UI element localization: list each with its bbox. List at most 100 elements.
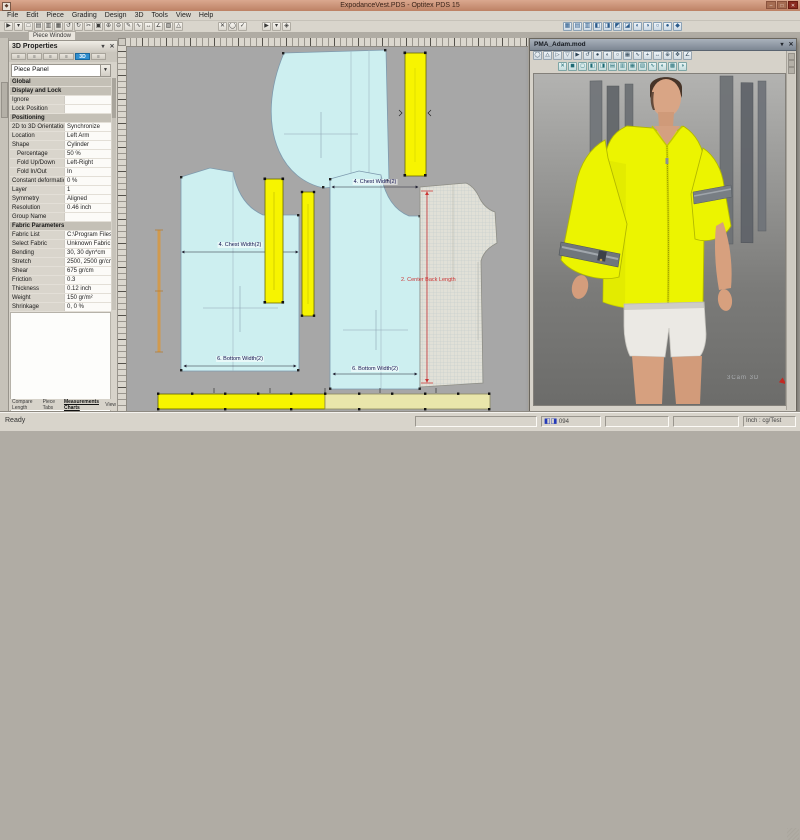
measure-3d-icon[interactable]: ↔ [653, 51, 662, 60]
yellow-strip-3[interactable] [301, 191, 315, 317]
pen-icon[interactable]: ✎ [124, 22, 133, 31]
piece-window-tab[interactable]: Piece Window [28, 31, 76, 40]
reset-icon[interactable]: ↺ [583, 51, 592, 60]
menu-tools[interactable]: Tools [148, 11, 172, 21]
property-value[interactable]: 2500, 2500 gr/cm [64, 258, 111, 266]
side-view-icon[interactable]: ▥ [618, 62, 627, 71]
property-value[interactable]: Cylinder [64, 141, 111, 149]
link-icon[interactable]: ◧ [544, 417, 551, 426]
property-value[interactable]: 0.3 [64, 276, 111, 284]
panel-tab-1[interactable]: ≡ [11, 53, 26, 60]
simulate-icon[interactable]: ▶ [573, 51, 582, 60]
close-button[interactable]: ✕ [788, 1, 798, 9]
property-value[interactable] [64, 96, 111, 104]
property-value[interactable]: Synchronize [64, 123, 111, 131]
grading-window-icon[interactable]: ▥ [583, 22, 592, 31]
menu-piece[interactable]: Piece [42, 11, 68, 21]
delete-icon[interactable]: ✕ [218, 22, 227, 31]
property-value[interactable]: 30, 30 dyn*cm [64, 249, 111, 257]
panel-tab-3d[interactable]: 3D [75, 53, 90, 60]
grade-icon[interactable]: ▧ [164, 22, 173, 31]
property-value[interactable]: 675 gr/cm [64, 267, 111, 275]
texture-icon[interactable]: ▦ [623, 51, 632, 60]
stitch-view-icon[interactable]: ∿ [648, 62, 657, 71]
ruler-strip-piece[interactable] [155, 230, 163, 352]
record-icon[interactable]: ● [593, 51, 602, 60]
undo-icon[interactable]: ↺ [64, 22, 73, 31]
piece-selector[interactable]: Piece Panel ▼ [11, 64, 111, 77]
3d-window-icon[interactable]: ◪ [623, 22, 632, 31]
collapsed-panel-tab[interactable] [1, 82, 8, 118]
zoom-3d-icon[interactable]: ⊕ [663, 51, 672, 60]
pan-3d-icon[interactable]: ✥ [673, 51, 682, 60]
snap-icon[interactable]: ◈ [282, 22, 291, 31]
snapshot-icon[interactable]: ◐ [603, 51, 612, 60]
panel-scrollbar[interactable] [112, 78, 116, 310]
property-value[interactable]: 1 [64, 186, 111, 194]
pose-icon[interactable]: △ [543, 51, 552, 60]
back-piece[interactable] [420, 183, 497, 387]
menu-3d[interactable]: 3D [131, 11, 148, 21]
pieces-window-icon[interactable]: ▤ [573, 22, 582, 31]
maximize-button[interactable]: □ [777, 1, 787, 9]
select-tool-icon[interactable]: ▶ [4, 22, 13, 31]
cloth-icon[interactable]: ▽ [563, 51, 572, 60]
cut-icon[interactable]: ✂ [84, 22, 93, 31]
property-value[interactable]: 50 % [64, 150, 111, 158]
xray-icon[interactable]: ◨ [598, 62, 607, 71]
pin-icon[interactable]: + [643, 51, 652, 60]
solid-view-icon[interactable]: ◼ [568, 62, 577, 71]
property-value[interactable]: In [64, 168, 111, 176]
zoom-out-icon[interactable]: ⊖ [114, 22, 123, 31]
waistband-bar[interactable] [157, 388, 490, 410]
curve-icon[interactable]: ∿ [134, 22, 143, 31]
light-icon[interactable]: ○ [653, 22, 662, 31]
print-icon[interactable]: ▦ [54, 22, 63, 31]
viewer-side-strip[interactable] [786, 51, 795, 410]
layers-icon[interactable]: ◧ [593, 22, 602, 31]
settings-icon[interactable]: ◆ [673, 22, 682, 31]
close-sim-icon[interactable]: ✕ [558, 62, 567, 71]
notch-icon[interactable]: △ [174, 22, 183, 31]
avatar-3d-svg[interactable] [534, 74, 786, 406]
table-window-icon[interactable]: ▦ [563, 22, 572, 31]
property-value[interactable] [64, 213, 111, 221]
panel-tab-3[interactable]: ≡ [43, 53, 58, 60]
orbit-icon[interactable]: ∠ [683, 51, 692, 60]
resize-grip[interactable] [787, 828, 799, 840]
full-scale-icon[interactable]: ◯ [228, 22, 237, 31]
yellow-strip-1[interactable] [399, 52, 431, 177]
select-dropdown-icon[interactable]: ▾ [14, 22, 23, 31]
material-icon[interactable]: ● [663, 22, 672, 31]
panel-tab-2[interactable]: ≡ [27, 53, 42, 60]
front-view-icon[interactable]: ▤ [608, 62, 617, 71]
bottom-tab-view[interactable]: View [105, 402, 116, 408]
menu-view[interactable]: View [172, 11, 195, 21]
render-icon[interactable]: ◑ [643, 22, 652, 31]
camera-icon[interactable]: ◐ [633, 22, 642, 31]
rotate-icon[interactable]: ∠ [154, 22, 163, 31]
panel-tab-4[interactable]: ≡ [59, 53, 74, 60]
bottom-tab-piece-tabs[interactable]: Piece Tabs [43, 399, 60, 411]
property-value[interactable]: Left Arm [64, 132, 111, 140]
pattern-canvas[interactable]: 4. Chest Width(2) 6. Bottom Width(2) 4. … [118, 38, 528, 412]
property-value[interactable]: Aligned [64, 195, 111, 203]
sync-icon[interactable]: ◨ [551, 417, 558, 426]
flip-icon[interactable]: ▾ [272, 22, 281, 31]
property-value[interactable]: C:\Program Files\Opti [64, 231, 111, 239]
pattern-pieces-svg[interactable] [118, 40, 528, 412]
camera-view-icon[interactable]: ◑ [678, 62, 687, 71]
persp-icon[interactable]: ▧ [638, 62, 647, 71]
measure-icon[interactable]: ↔ [144, 22, 153, 31]
property-value[interactable]: 0 % [64, 177, 111, 185]
property-value[interactable]: 0, 0 % [64, 303, 111, 311]
save-icon[interactable]: ▥ [44, 22, 53, 31]
wire-view-icon[interactable]: ◻ [578, 62, 587, 71]
grid-floor-icon[interactable]: ▩ [668, 62, 677, 71]
property-value[interactable]: Left-Right [64, 159, 111, 167]
texture-icon[interactable]: ◩ [613, 22, 622, 31]
property-value[interactable]: 0.12 inch [64, 285, 111, 293]
avatar-icon[interactable]: ◯ [533, 51, 542, 60]
menu-help[interactable]: Help [195, 11, 217, 21]
open-icon[interactable]: ▤ [34, 22, 43, 31]
